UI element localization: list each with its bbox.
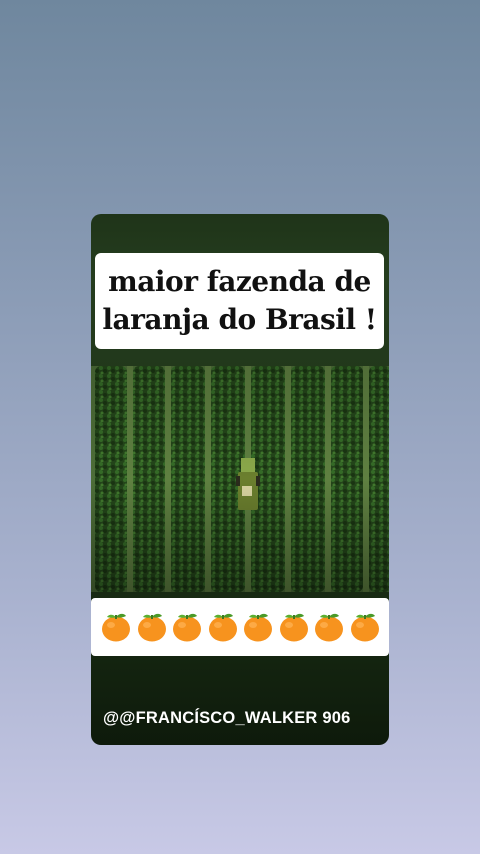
- tangerine-emoji-icon: [170, 612, 204, 642]
- emoji-strip: [91, 598, 389, 656]
- aerial-orchard-video[interactable]: [91, 366, 389, 592]
- tangerine-emoji-icon: [99, 612, 133, 642]
- tangerine-emoji-icon: [312, 612, 346, 642]
- caption-line-2: laranja do Brasil !: [102, 303, 377, 336]
- caption-box: maior fazenda de laranja do Brasil !: [95, 253, 384, 349]
- tangerine-emoji-icon: [135, 612, 169, 642]
- tangerine-emoji-icon: [241, 612, 275, 642]
- tangerine-emoji-icon: [348, 612, 382, 642]
- creator-watermark: @@FRANCÍSCO_WALKER 906: [103, 709, 351, 727]
- caption-line-1: maior fazenda de: [108, 265, 371, 298]
- tangerine-emoji-icon: [277, 612, 311, 642]
- orchard-rows-image: [91, 366, 389, 592]
- story-card[interactable]: maior fazenda de laranja do Brasil ! @@F…: [91, 214, 389, 745]
- tangerine-emoji-icon: [206, 612, 240, 642]
